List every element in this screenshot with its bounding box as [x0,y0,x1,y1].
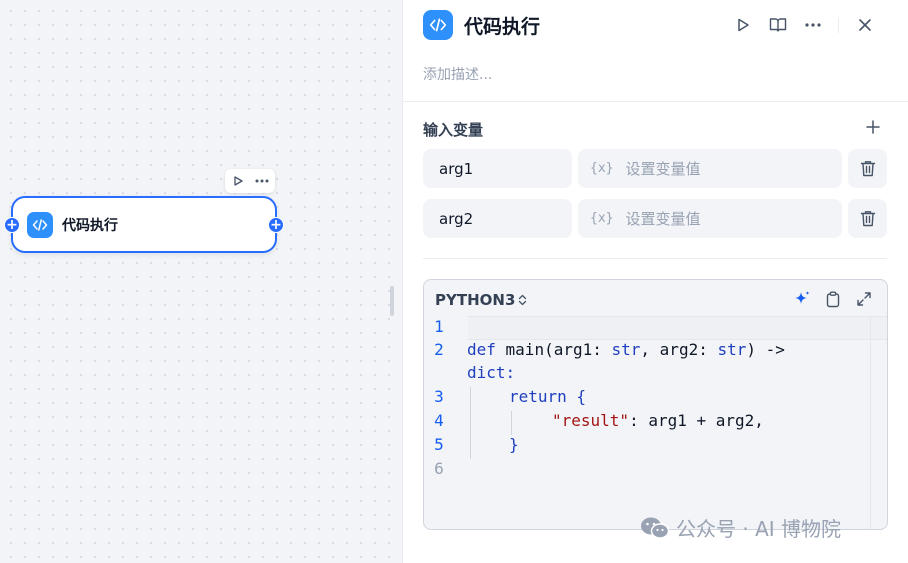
code-tools [793,290,873,308]
copy-button[interactable] [824,290,842,308]
code-line: return { [509,387,587,406]
line-number: 6 [434,459,444,478]
panel-header: 代码执行 添加描述... [403,0,908,102]
code-line: } [509,435,519,454]
book-icon [769,18,787,32]
node-toolbar [225,169,275,193]
ai-generate-button[interactable] [793,290,811,308]
plus-icon [866,120,880,134]
line-number: 2 [434,340,444,359]
variable-value-selector[interactable]: {x} 设置变量值 [578,149,842,188]
code-line: def main(arg1: str, arg2: str) -> [467,340,785,359]
node-more-button[interactable] [254,173,270,189]
more-icon [255,179,269,183]
language-label: PYTHON3 [435,291,516,309]
panel-resize-handle[interactable] [390,286,394,316]
code-editor-header: PYTHON3 [424,280,887,316]
expand-button[interactable] [855,290,873,308]
code-content[interactable]: 1 2 3 4 5 6 def main(arg1: str, arg2: st… [424,316,887,529]
section-divider [423,258,887,259]
panel-title[interactable]: 代码执行 [464,12,540,39]
variable-value-placeholder: 设置变量值 [625,210,701,228]
play-icon [234,176,243,186]
line-number: 3 [434,387,444,406]
trash-icon [860,211,875,227]
code-icon [27,211,53,238]
trash-icon [860,161,875,177]
variable-name-input[interactable]: arg1 [423,149,572,188]
node-output-handle[interactable]: + [268,217,284,233]
line-number: 4 [434,411,444,430]
code-node[interactable]: 代码执行 [11,196,277,253]
code-line: dict: [467,363,516,382]
variable-icon: {x} [590,211,614,226]
header-divider [838,17,839,33]
more-icon [805,23,821,27]
play-icon [738,18,749,32]
close-icon [859,19,871,31]
language-selector[interactable]: PYTHON3 [435,291,527,309]
workflow-canvas[interactable] [0,0,402,563]
code-line: "result": arg1 + arg2, [552,411,764,430]
more-button[interactable] [801,13,825,37]
node-input-handle[interactable]: + [4,217,20,233]
variable-icon: {x} [590,161,614,176]
clipboard-icon [826,291,840,307]
add-variable-button[interactable] [864,118,882,136]
delete-variable-button[interactable] [848,149,887,188]
variable-value-selector[interactable]: {x} 设置变量值 [578,199,842,238]
wechat-icon [641,517,670,539]
input-variables-title: 输入变量 [423,121,484,139]
docs-button[interactable] [766,13,790,37]
close-button[interactable] [853,13,877,37]
chevron-up-down-icon [519,294,527,306]
watermark-text: 公众号 · AI 博物院 [676,517,842,541]
editor-minimap-border [870,316,871,529]
run-button[interactable] [731,13,755,37]
variable-name-input[interactable]: arg2 [423,199,572,238]
active-line-highlight [468,316,887,340]
watermark: 公众号 · AI 博物院 [640,513,841,542]
variable-value-placeholder: 设置变量值 [625,160,701,178]
code-editor: PYTHON3 1 2 3 4 5 6 def main(arg1: str, … [423,279,888,530]
indent-guide [470,387,471,459]
sparkle-icon [795,291,810,304]
line-number: 1 [434,317,444,336]
expand-icon [857,292,871,306]
run-node-button[interactable] [230,173,246,189]
indent-guide [511,411,512,435]
delete-variable-button[interactable] [848,199,887,238]
node-title: 代码执行 [62,217,118,234]
code-icon [423,10,453,40]
node-config-panel: 代码执行 添加描述... 输入变量 arg1 {x} 设置变量值 arg2 {x… [402,0,908,563]
line-number: 5 [434,435,444,454]
description-input[interactable]: 添加描述... [423,64,492,84]
panel-header-actions [731,13,888,37]
